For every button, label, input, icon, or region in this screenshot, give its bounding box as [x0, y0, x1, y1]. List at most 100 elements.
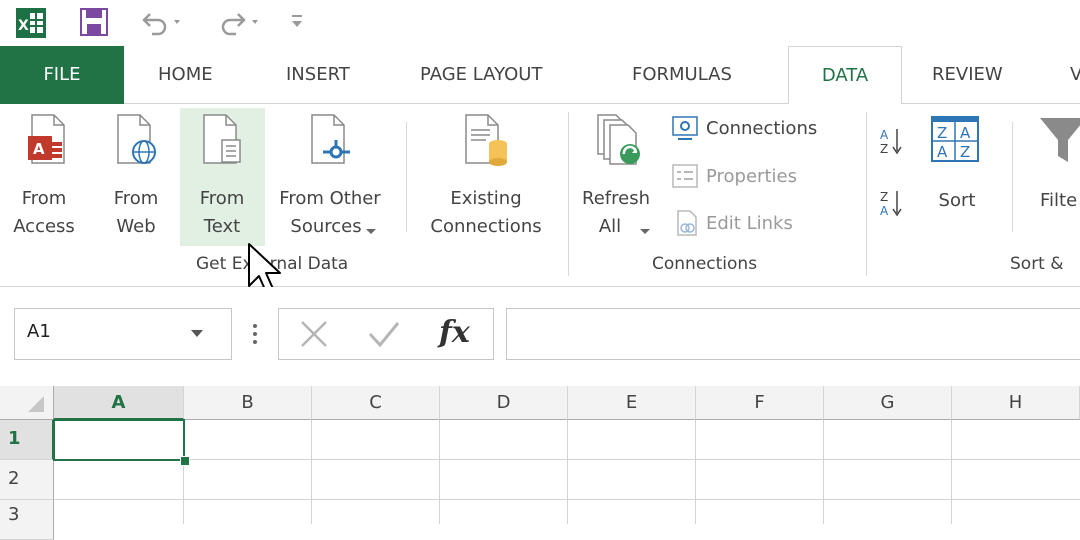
- row-header-2[interactable]: 2: [0, 460, 54, 500]
- formula-buttons: fx: [278, 308, 494, 360]
- from-text-label-1: From: [199, 188, 245, 209]
- column-header-e[interactable]: E: [568, 386, 696, 420]
- formula-input[interactable]: [506, 308, 1080, 360]
- access-database-icon: A: [28, 114, 65, 164]
- from-other-label-1: From Other: [279, 188, 381, 209]
- group-separator: [568, 112, 569, 276]
- excel-icon: X: [16, 8, 46, 38]
- from-other-sources-button[interactable]: From Other Sources: [268, 108, 392, 246]
- svg-text:Z: Z: [960, 143, 970, 161]
- name-box-value: A1: [27, 321, 51, 342]
- group-separator: [1012, 122, 1013, 232]
- cancel-entry-icon[interactable]: [299, 319, 329, 349]
- from-access-button[interactable]: A From Access: [13, 108, 75, 246]
- properties-label: Properties: [706, 165, 797, 187]
- filter-button[interactable]: Filte: [1024, 108, 1080, 246]
- refresh-icon: [597, 114, 640, 165]
- group-separator: [406, 122, 407, 232]
- tab-page-layout[interactable]: PAGE LAYOUT: [420, 46, 542, 104]
- filter-funnel-icon: [1040, 118, 1080, 162]
- fill-handle[interactable]: [180, 456, 190, 466]
- select-all-button[interactable]: [0, 386, 54, 420]
- grid-line: [439, 420, 440, 524]
- edit-links-icon: [677, 210, 697, 236]
- sort-label: Sort: [938, 190, 976, 211]
- tab-home[interactable]: HOME: [158, 46, 213, 104]
- text-file-icon: [203, 114, 241, 164]
- svg-text:A: A: [960, 124, 971, 142]
- from-web-label-1: From: [113, 188, 159, 209]
- customize-qat-icon[interactable]: [290, 12, 304, 32]
- column-header-c[interactable]: C: [312, 386, 440, 420]
- from-text-label-2: Text: [203, 216, 241, 237]
- name-box-dropdown-icon[interactable]: [191, 329, 203, 339]
- svg-text:Z: Z: [880, 190, 888, 204]
- column-header-d[interactable]: D: [440, 386, 568, 420]
- connections-label: Connections: [706, 117, 818, 139]
- column-header-f[interactable]: F: [696, 386, 824, 420]
- from-other-label-2: Sources: [290, 216, 362, 237]
- grid-line: [695, 420, 696, 524]
- tab-review[interactable]: REVIEW: [932, 46, 1003, 104]
- ribbon: A From Access From Web From Text From Ot…: [0, 104, 1080, 287]
- properties-button[interactable]: Properties: [672, 164, 797, 188]
- from-web-label-2: Web: [116, 216, 156, 237]
- filter-label: Filte: [1040, 190, 1078, 211]
- group-label-sort-filter: Sort &: [1010, 254, 1064, 274]
- svg-text:X: X: [18, 18, 29, 34]
- from-web-button[interactable]: From Web: [106, 108, 166, 246]
- ribbon-tabs: FILE HOME INSERT PAGE LAYOUT FORMULAS DA…: [0, 46, 1080, 105]
- existing-label-2: Connections: [430, 216, 542, 237]
- column-header-a[interactable]: A: [54, 386, 184, 420]
- tab-file[interactable]: FILE: [0, 46, 124, 104]
- tab-insert[interactable]: INSERT: [286, 46, 350, 104]
- tab-formulas[interactable]: FORMULAS: [632, 46, 732, 104]
- row-header-3[interactable]: 3: [0, 500, 54, 540]
- group-label-connections: Connections: [652, 254, 758, 274]
- formula-bar-resize-handle[interactable]: [250, 322, 260, 346]
- refresh-label-1: Refresh: [582, 188, 650, 209]
- sort-descending-icon[interactable]: Z A: [880, 188, 910, 218]
- name-box[interactable]: A1: [14, 308, 232, 360]
- edit-links-button[interactable]: Edit Links: [676, 210, 793, 236]
- connections-button[interactable]: Connections: [672, 116, 817, 140]
- svg-text:A: A: [937, 143, 948, 161]
- sort-ascending-icon[interactable]: A Z: [880, 126, 910, 156]
- column-header-b[interactable]: B: [184, 386, 312, 420]
- existing-connections-icon: [465, 114, 507, 166]
- refresh-all-button[interactable]: Refresh All: [578, 108, 662, 246]
- svg-text:A: A: [880, 204, 889, 218]
- from-text-button[interactable]: From Text: [180, 108, 265, 246]
- active-cell-a1[interactable]: [53, 419, 185, 461]
- connections-icon: [672, 116, 698, 140]
- web-globe-icon: [117, 114, 156, 164]
- undo-icon[interactable]: [142, 8, 182, 36]
- save-icon[interactable]: [80, 8, 108, 36]
- select-all-triangle-icon: [28, 396, 44, 412]
- column-header-g[interactable]: G: [824, 386, 952, 420]
- existing-label-1: Existing: [450, 188, 522, 209]
- tab-view[interactable]: V: [1070, 46, 1080, 104]
- dropdown-arrow-icon: [640, 229, 650, 234]
- svg-text:A: A: [33, 140, 45, 158]
- tab-data[interactable]: DATA: [788, 46, 902, 105]
- other-sources-icon: [311, 114, 350, 164]
- column-header-h[interactable]: H: [952, 386, 1080, 420]
- from-access-label-1: From: [21, 188, 67, 209]
- redo-icon[interactable]: [218, 8, 262, 36]
- edit-links-label: Edit Links: [706, 212, 793, 234]
- existing-connections-button[interactable]: Existing Connections: [416, 108, 556, 246]
- group-separator: [866, 112, 867, 276]
- from-access-label-2: Access: [13, 216, 75, 237]
- grid-line: [951, 420, 952, 524]
- grid-line: [311, 420, 312, 524]
- svg-text:A: A: [880, 128, 889, 142]
- row-header-1[interactable]: 1: [0, 420, 54, 460]
- sort-button[interactable]: Z A A Z Sort: [924, 108, 990, 246]
- sort-dialog-icon: Z A A Z: [931, 116, 979, 162]
- svg-text:Z: Z: [880, 142, 888, 156]
- grid-line: [823, 420, 824, 524]
- enter-checkmark-icon[interactable]: [367, 319, 401, 349]
- properties-icon: [672, 164, 698, 188]
- insert-function-icon[interactable]: fx: [439, 315, 470, 350]
